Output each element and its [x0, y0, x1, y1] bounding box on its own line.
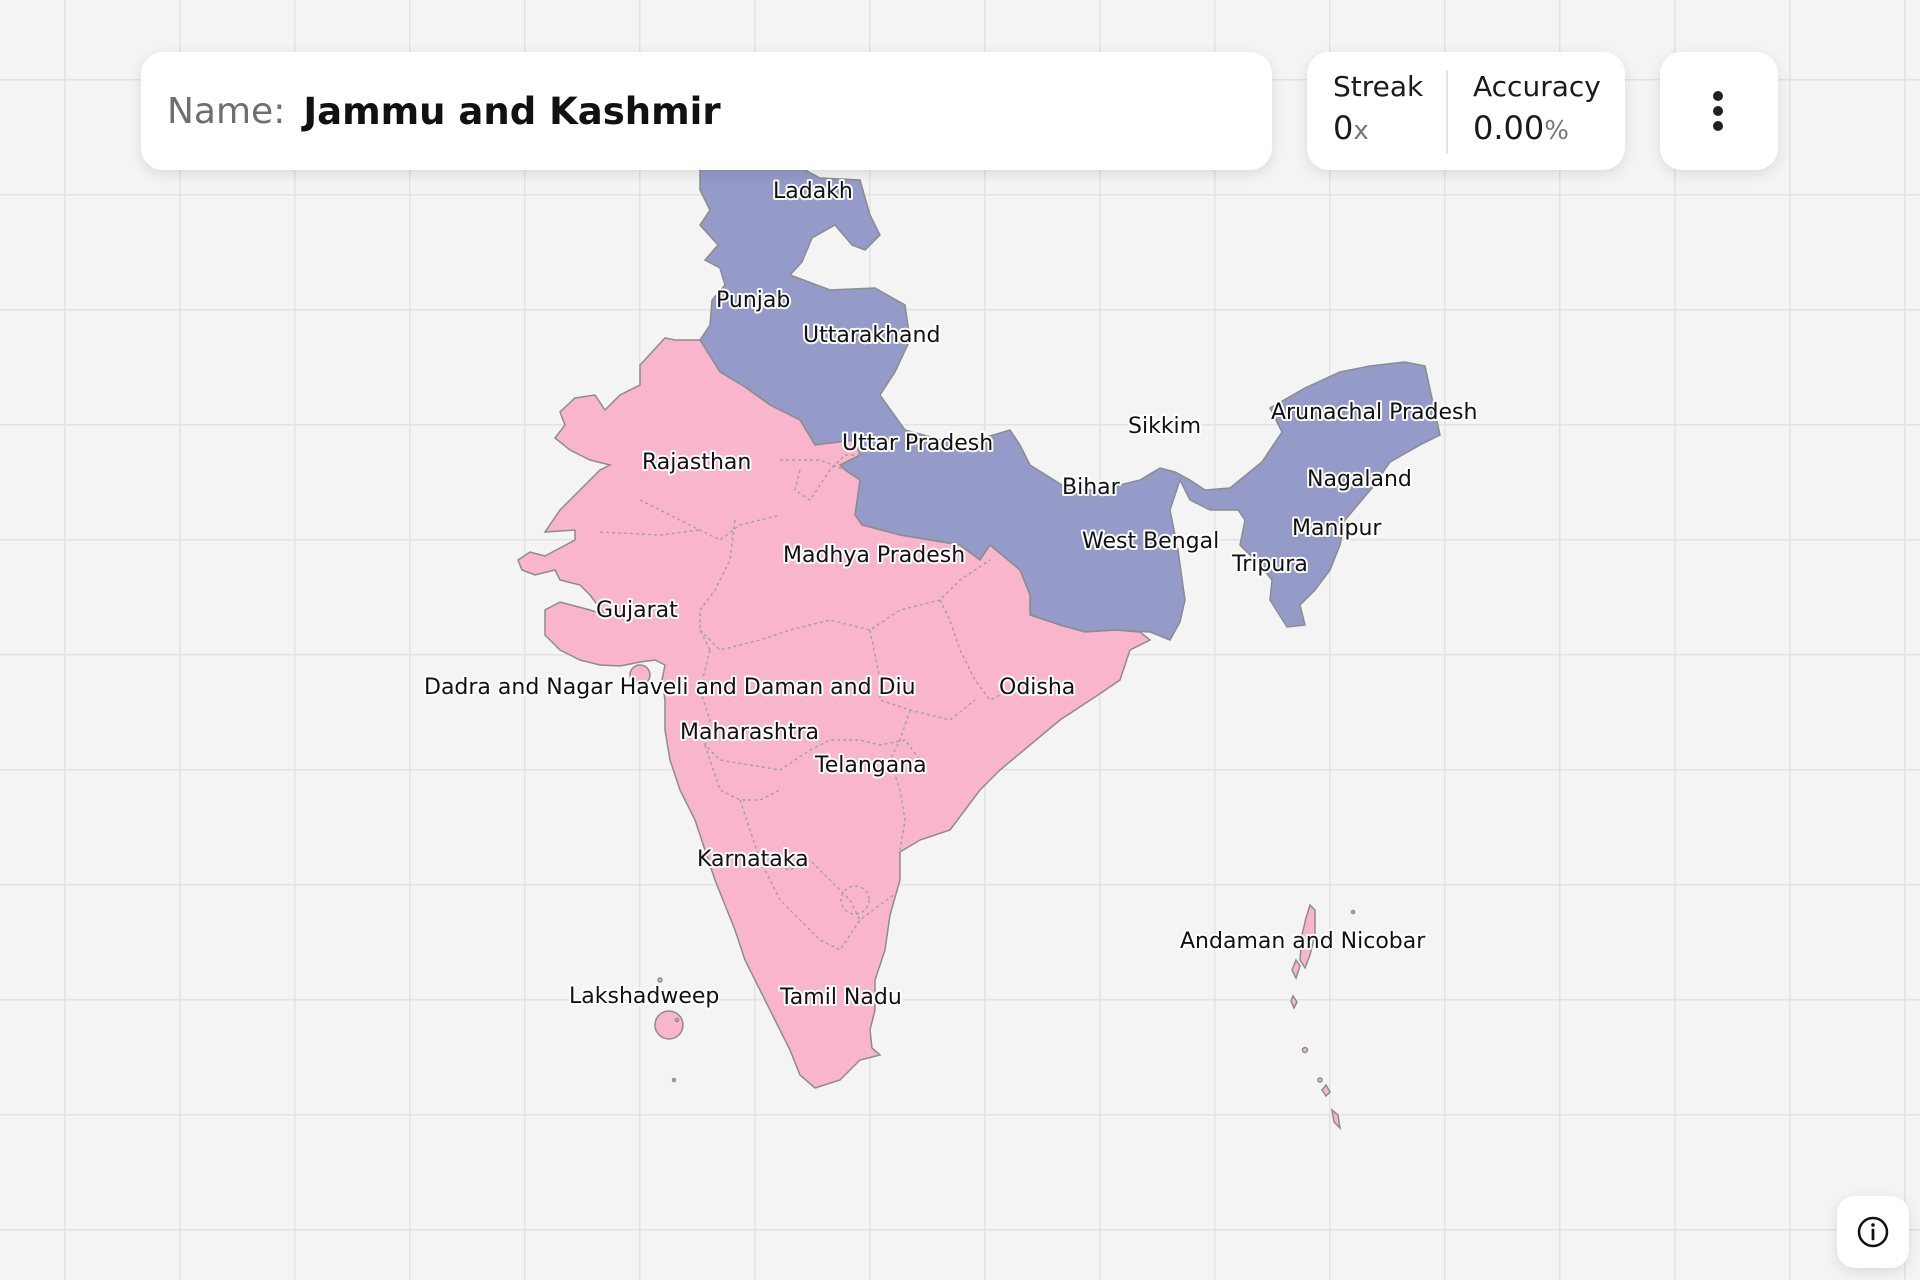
streak-stat: Streak 0x	[1333, 70, 1423, 147]
streak-label: Streak	[1333, 70, 1424, 103]
label-dadra: Dadra and Nagar Haveli and Daman and Diu	[424, 675, 916, 700]
label-telangana: Telangana	[814, 753, 927, 778]
label-madhya-pradesh: Madhya Pradesh	[783, 543, 965, 568]
label-uttarakhand: Uttarakhand	[803, 323, 940, 348]
label-odisha: Odisha	[999, 675, 1075, 700]
label-gujarat: Gujarat	[596, 598, 678, 623]
label-maharashtra: Maharashtra	[680, 720, 819, 745]
label-tripura: Tripura	[1231, 552, 1308, 577]
more-menu-button[interactable]	[1660, 52, 1778, 170]
label-lakshadweep: Lakshadweep	[569, 984, 719, 1009]
label-uttar-pradesh: Uttar Pradesh	[842, 431, 993, 456]
stats-card: Streak 0x Accuracy 0.00%	[1307, 52, 1625, 170]
label-nagaland: Nagaland	[1307, 467, 1412, 492]
accuracy-stat: Accuracy 0.00%	[1473, 70, 1601, 147]
label-karnataka: Karnataka	[697, 847, 809, 872]
label-arunachal-pradesh: Arunachal Pradesh	[1271, 400, 1477, 425]
label-punjab: Punjab	[716, 288, 790, 313]
label-west-bengal: West Bengal	[1082, 529, 1219, 554]
info-icon	[1857, 1216, 1889, 1248]
region-mainland-remaining[interactable]	[517, 337, 1152, 1089]
info-button[interactable]	[1837, 1196, 1909, 1268]
streak-value: 0	[1333, 109, 1354, 147]
name-label: Name:	[167, 90, 286, 132]
label-andaman-nicobar: Andaman and Nicobar	[1180, 929, 1426, 954]
label-ladakh: Ladakh	[773, 179, 853, 204]
name-card: Name: Jammu and Kashmir	[141, 52, 1272, 170]
label-sikkim: Sikkim	[1128, 414, 1201, 439]
label-rajasthan: Rajasthan	[642, 450, 751, 475]
label-tamil-nadu: Tamil Nadu	[779, 985, 902, 1010]
streak-unit: x	[1353, 116, 1369, 146]
stats-divider	[1446, 70, 1448, 154]
label-bihar: Bihar	[1062, 475, 1121, 500]
accuracy-value: 0.00	[1473, 109, 1545, 147]
target-region-name: Jammu and Kashmir	[303, 89, 721, 133]
accuracy-label: Accuracy	[1473, 70, 1601, 103]
india-map: Ladakh Punjab Uttarakhand Rajasthan Utta…	[422, 157, 1479, 1131]
accuracy-unit: %	[1544, 116, 1569, 146]
island-lakshadweep[interactable]	[654, 1010, 684, 1040]
label-manipur: Manipur	[1292, 516, 1382, 541]
